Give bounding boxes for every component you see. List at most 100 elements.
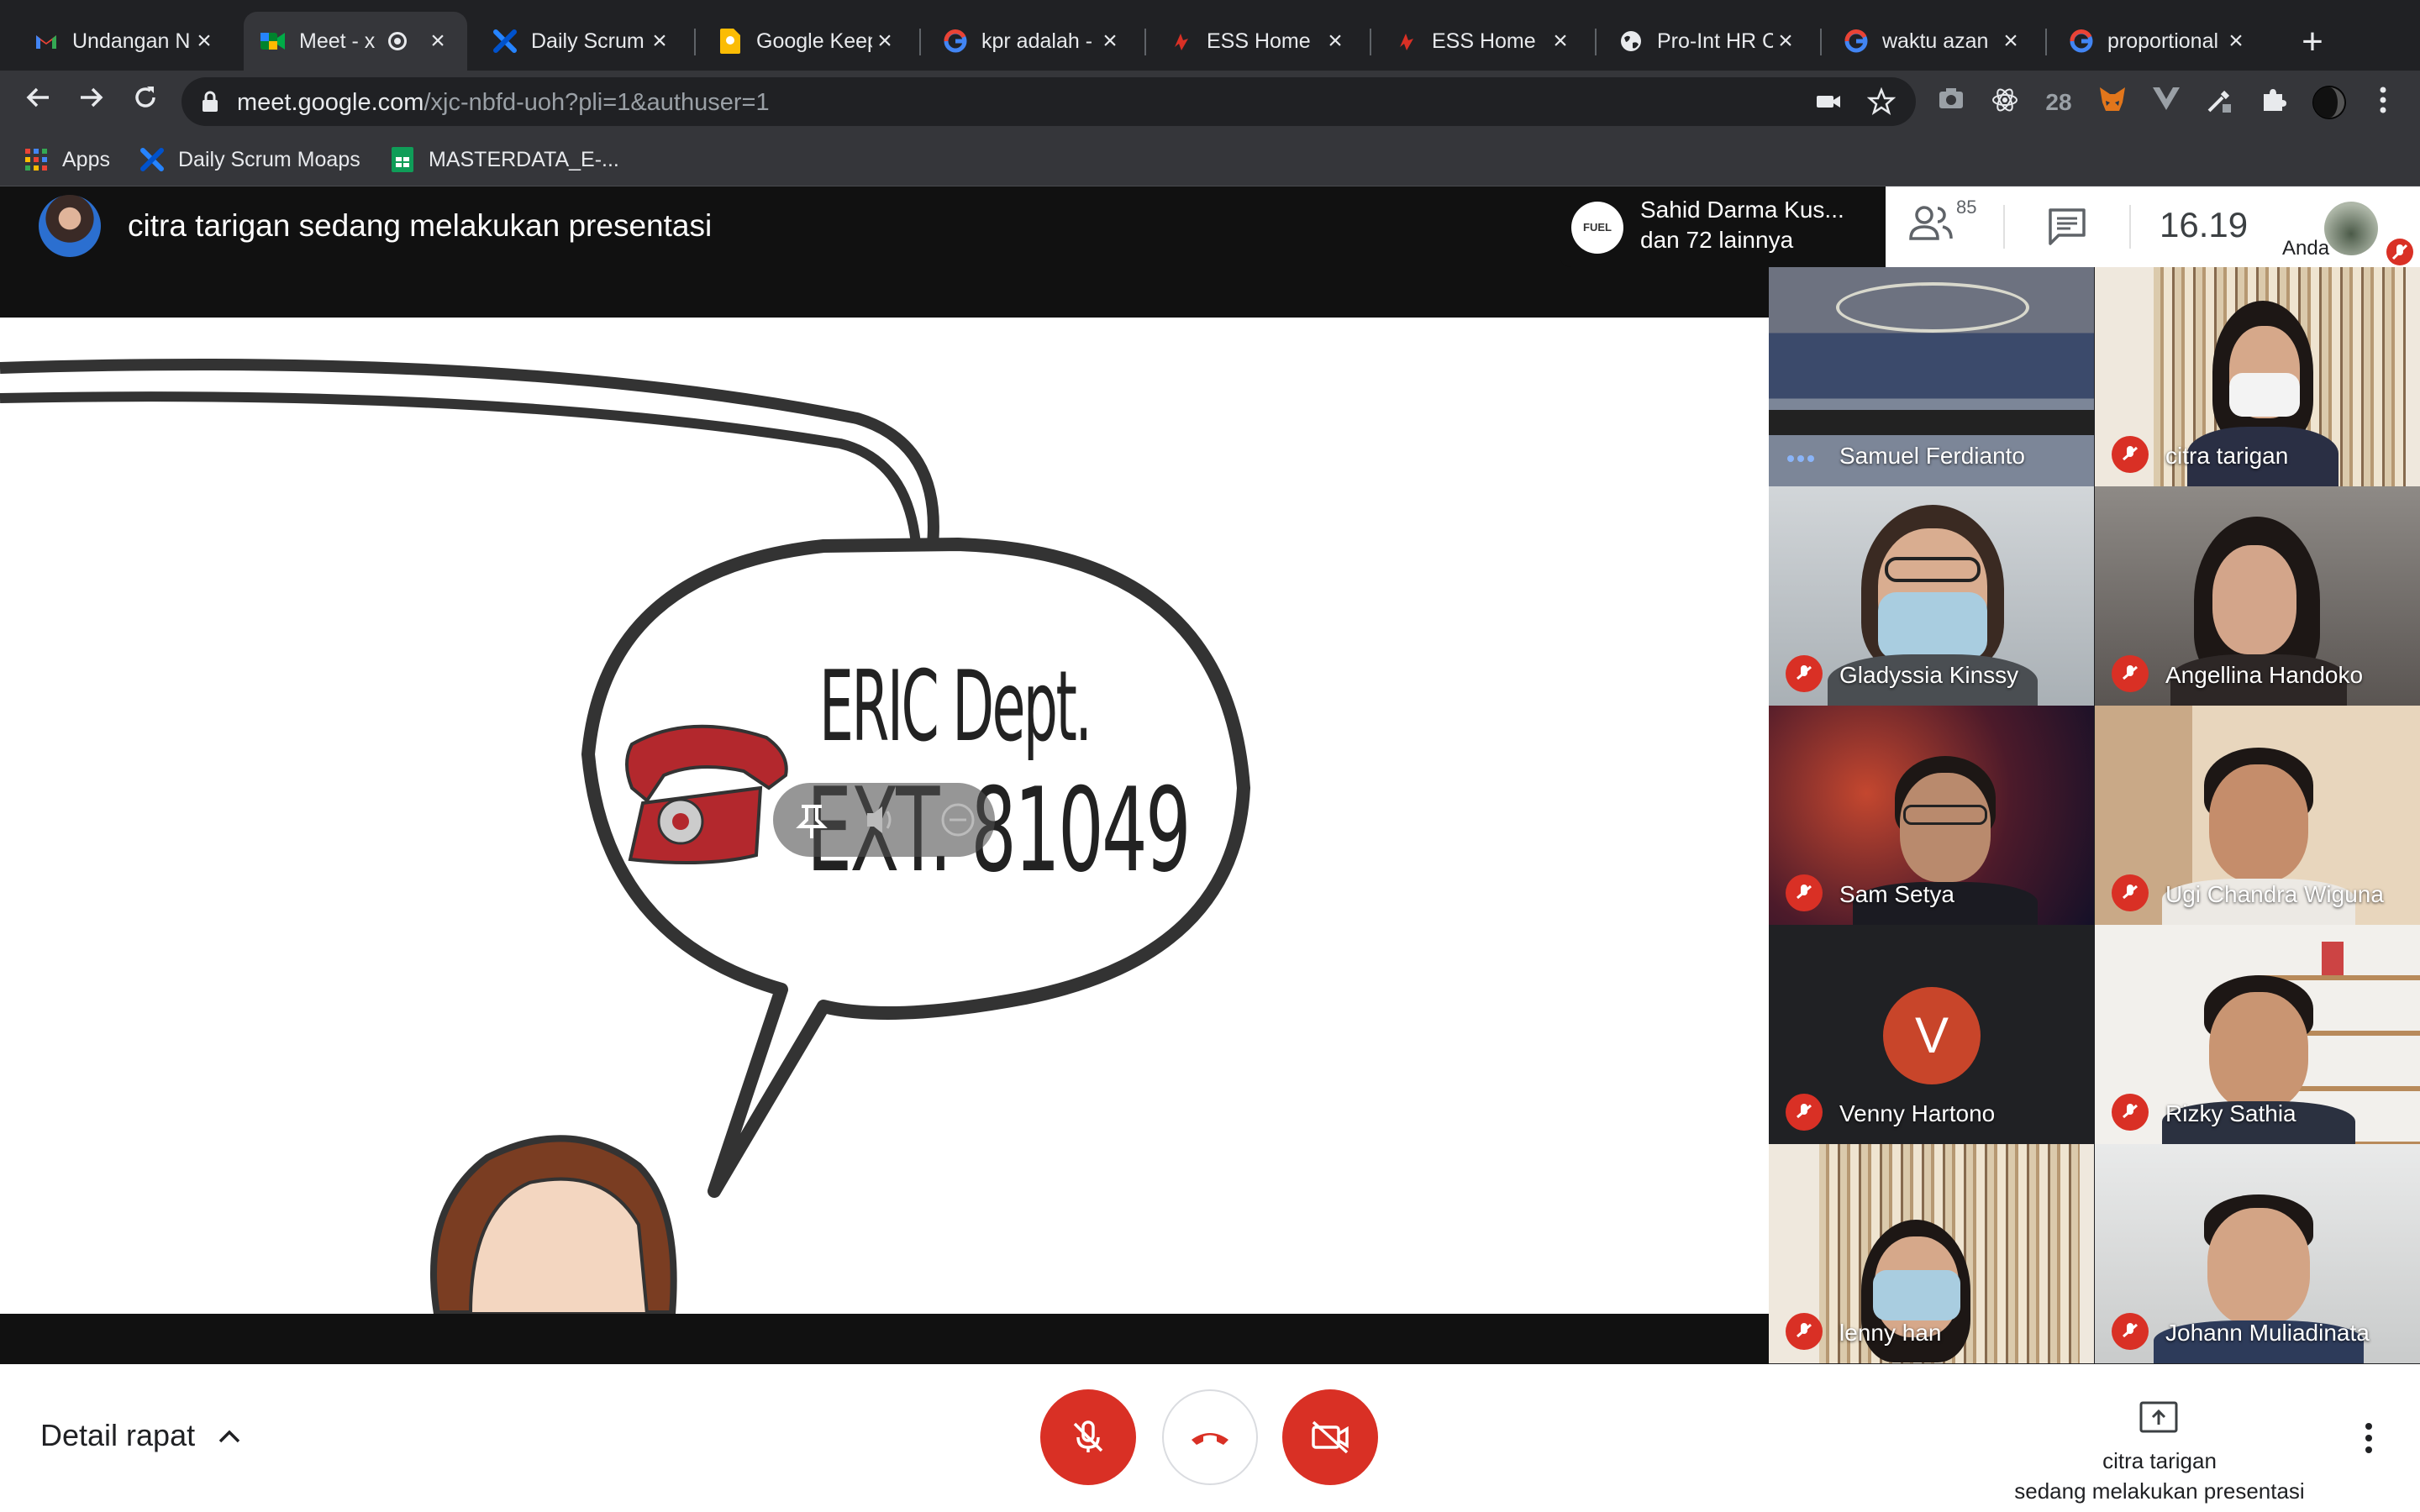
- lock-icon: [203, 91, 218, 112]
- camera-in-use-icon[interactable]: [1815, 89, 1845, 114]
- chat-button[interactable]: [2047, 207, 2094, 249]
- tab-separator: [2045, 29, 2047, 55]
- tab-ess-home-1[interactable]: ESS Home ×: [1151, 12, 1365, 71]
- speaking-indicator-icon: [1787, 451, 1818, 462]
- mic-off-icon: [1786, 1094, 1823, 1131]
- google-icon: [1844, 29, 1869, 54]
- participant-tile[interactable]: Ugi Chandra Wiguna: [2095, 706, 2420, 925]
- close-icon[interactable]: ×: [192, 27, 217, 55]
- bookmark-masterdata[interactable]: MASTERDATA_E-...: [390, 144, 619, 175]
- face: [2209, 764, 2308, 882]
- participant-tile[interactable]: Gladyssia Kinssy: [1769, 486, 2094, 706]
- metamask-icon[interactable]: [2096, 86, 2129, 119]
- tab-title: proportional: [2107, 29, 2219, 53]
- participant-tile[interactable]: lenny han: [1769, 1144, 2094, 1363]
- close-icon[interactable]: ×: [1323, 27, 1348, 55]
- active-speaker-chip[interactable]: FUEL Sahid Darma Kus... dan 72 lainnya: [1560, 186, 1886, 267]
- close-icon[interactable]: ×: [2223, 27, 2249, 55]
- tab-separator: [919, 29, 921, 55]
- self-view-thumbnail[interactable]: [2324, 202, 2378, 255]
- meet-top-bar: 85 16.19 Anda: [1886, 186, 2420, 267]
- glasses: [1903, 805, 1987, 825]
- participant-name: Ugi Chandra Wiguna: [2165, 881, 2384, 907]
- mic-off-icon: [1786, 655, 1823, 692]
- participant-tile[interactable]: Rizky Sathia: [2095, 925, 2420, 1144]
- decor: [2322, 942, 2344, 975]
- participant-name: Rizky Sathia: [2165, 1100, 2296, 1126]
- participant-tile[interactable]: Sam Setya: [1769, 706, 2094, 925]
- face: [2207, 1208, 2310, 1326]
- close-icon[interactable]: ×: [425, 27, 450, 55]
- people-button[interactable]: 85: [1909, 197, 1990, 252]
- camera-off-icon: [1312, 1420, 1349, 1454]
- new-tab-button[interactable]: +: [2294, 18, 2331, 66]
- pin-overlay[interactable]: [773, 783, 995, 857]
- google-icon: [943, 29, 968, 54]
- mic-off-icon: [1786, 874, 1823, 911]
- extension-badge[interactable]: 28: [2042, 86, 2075, 119]
- tab-gmail[interactable]: Undangan N ×: [17, 12, 234, 71]
- presenter-banner-text: citra tarigan sedang melakukan presentas…: [128, 208, 713, 243]
- participant-tile[interactable]: Samuel Ferdianto: [1769, 267, 2094, 486]
- vue-devtools-icon[interactable]: [2149, 86, 2183, 119]
- bookmark-daily-scrum-moaps[interactable]: Daily Scrum Moaps: [139, 144, 360, 175]
- bookmark-label: Daily Scrum Moaps: [178, 147, 360, 171]
- tab-ess-home-2[interactable]: ESS Home ×: [1376, 12, 1590, 71]
- participant-name: Angellina Handoko: [2165, 662, 2364, 688]
- more-options-icon[interactable]: [2356, 1420, 2381, 1457]
- tab-separator: [1595, 29, 1597, 55]
- extensions-puzzle-icon[interactable]: [2257, 86, 2291, 119]
- participant-tile[interactable]: Johann Muliadinata: [2095, 1144, 2420, 1363]
- face-mask: [2229, 373, 2300, 417]
- chevron-up-icon[interactable]: [217, 1420, 242, 1453]
- screenshot-extension-icon[interactable]: [1934, 86, 1968, 119]
- others-count: dan 72 lainnya: [1640, 227, 1794, 253]
- participant-count: 85: [1956, 197, 1977, 218]
- eyedropper-icon[interactable]: [2203, 86, 2237, 119]
- reload-button[interactable]: [124, 81, 166, 123]
- forward-button[interactable]: [71, 81, 113, 123]
- present-screen-icon[interactable]: [2139, 1401, 2178, 1433]
- tab-separator: [1820, 29, 1822, 55]
- close-icon[interactable]: ×: [1097, 27, 1123, 55]
- tab-strip: Undangan N × Meet - x × Daily Scrum × Go…: [0, 0, 2420, 71]
- participant-tile[interactable]: V Venny Hartono: [1769, 925, 2094, 1144]
- divider: [2129, 205, 2131, 249]
- tab-kpr[interactable]: kpr adalah - ×: [926, 12, 1139, 71]
- mic-toggle-button[interactable]: [1040, 1389, 1136, 1485]
- back-button[interactable]: [17, 81, 59, 123]
- globe-icon: [1618, 29, 1644, 54]
- react-extension-icon[interactable]: [1988, 86, 2022, 119]
- profile-avatar[interactable]: [2312, 86, 2346, 119]
- close-icon[interactable]: ×: [872, 27, 897, 55]
- participant-tile[interactable]: Angellina Handoko: [2095, 486, 2420, 706]
- meeting-details-button[interactable]: Detail rapat: [40, 1418, 195, 1453]
- camera-toggle-button[interactable]: [1282, 1389, 1378, 1485]
- face-mask: [1873, 1270, 1960, 1320]
- mic-off-icon: [2112, 436, 2149, 473]
- tab-meet[interactable]: Meet - x ×: [244, 12, 467, 71]
- bookmark-apps[interactable]: Apps: [24, 144, 110, 175]
- tab-pro-int-hr[interactable]: Pro-Int HR C ×: [1602, 12, 1815, 71]
- close-icon[interactable]: ×: [1548, 27, 1573, 55]
- tab-title: Google Keep: [756, 29, 872, 53]
- meeting-clock: 16.19: [2160, 205, 2249, 244]
- chrome-menu-icon[interactable]: [2366, 86, 2400, 119]
- tab-daily-scrum[interactable]: Daily Scrum ×: [476, 12, 689, 71]
- leave-call-button[interactable]: [1162, 1389, 1258, 1485]
- close-icon[interactable]: ×: [647, 27, 672, 55]
- participant-tile[interactable]: citra tarigan: [2095, 267, 2420, 486]
- address-bar[interactable]: meet.google.com/xjc-nbfd-uoh?pli=1&authu…: [182, 77, 1916, 126]
- tab-waktu-azan[interactable]: waktu azan ×: [1827, 12, 2040, 71]
- mic-off-icon: [2112, 1313, 2149, 1350]
- bookmark-star-icon[interactable]: [1866, 87, 1897, 116]
- close-icon[interactable]: ×: [1998, 27, 2023, 55]
- participant-name: Johann Muliadinata: [2165, 1320, 2370, 1346]
- tab-google-keep[interactable]: Google Keep ×: [701, 12, 914, 71]
- tab-title: Daily Scrum: [531, 29, 644, 53]
- participant-name: Venny Hartono: [1839, 1100, 1996, 1126]
- tab-title: ESS Home: [1432, 29, 1536, 53]
- close-icon[interactable]: ×: [1773, 27, 1798, 55]
- tab-proportional[interactable]: proportional ×: [2052, 12, 2265, 71]
- url-text: meet.google.com/xjc-nbfd-uoh?pli=1&authu…: [237, 89, 770, 117]
